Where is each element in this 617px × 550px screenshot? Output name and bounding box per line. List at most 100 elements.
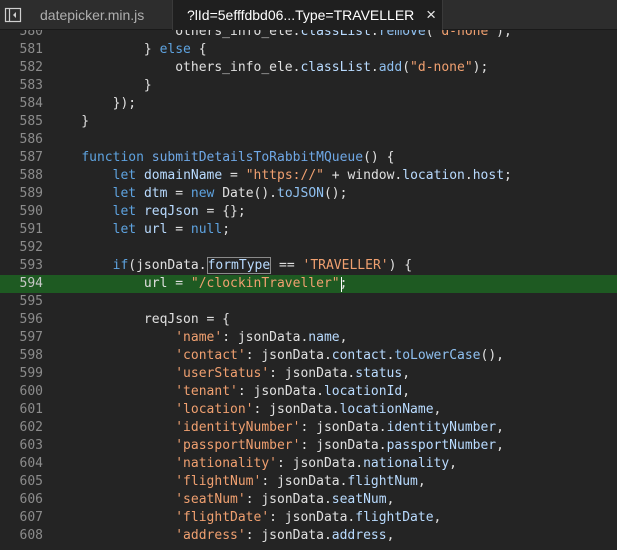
code-token: , [386, 492, 395, 507]
line-number[interactable]: 583 [0, 77, 43, 95]
code-token: others_info_ele. [50, 30, 301, 39]
code-token: : jsonData. [237, 384, 324, 399]
tab-traveller-source[interactable]: ?lId=5efffdbd06...Type=TRAVELLER × [172, 0, 443, 30]
code-token: address [331, 528, 387, 543]
line-number[interactable]: 604 [0, 455, 43, 473]
line-number[interactable]: 588 [0, 167, 43, 185]
code-line: 597 'name': jsonData.name, [0, 329, 617, 347]
tab-label: datepicker.min.js [40, 7, 145, 23]
code-token: ) { [388, 258, 413, 273]
code-line: 602 'identityNumber': jsonData.identityN… [0, 419, 617, 437]
code-token: , [496, 438, 504, 453]
code-token: ; [222, 222, 231, 237]
code-token: toJSON [277, 186, 324, 201]
line-number[interactable]: 580 [0, 30, 43, 41]
line-number[interactable]: 589 [0, 185, 43, 203]
code-token: function [81, 150, 144, 165]
code-line: 593 if(jsonData.formType == 'TRAVELLER')… [0, 257, 617, 275]
code-token: 'contact' [175, 348, 246, 363]
code-token: submitDetailsToRabbitMQueue [151, 150, 364, 165]
code-token: . [370, 60, 379, 75]
sidebar-toggle-icon[interactable] [3, 5, 23, 25]
code-token: , [386, 528, 395, 543]
code-token: 'flightDate' [175, 510, 270, 525]
code-token: , [496, 420, 504, 435]
line-number[interactable]: 596 [0, 311, 43, 329]
code-line: 600 'tenant': jsonData.locationId, [0, 383, 617, 401]
line-number[interactable]: 591 [0, 221, 43, 239]
line-number[interactable]: 606 [0, 491, 43, 509]
code-token: 'identityNumber' [175, 420, 301, 435]
code-token: 'TRAVELLER' [302, 258, 389, 273]
line-number[interactable]: 581 [0, 41, 43, 59]
tab-datepicker[interactable]: datepicker.min.js [40, 0, 144, 30]
line-number[interactable]: 607 [0, 509, 43, 527]
line-number[interactable]: 603 [0, 437, 43, 455]
code-token: let [112, 222, 137, 237]
code-token: : jsonData. [269, 366, 356, 381]
code-token: () { [363, 150, 395, 165]
code-line: 603 'passportNumber': jsonData.passportN… [0, 437, 617, 455]
code-token: 'userStatus' [175, 366, 270, 381]
line-number[interactable]: 584 [0, 95, 43, 113]
code-token: domainName [143, 168, 223, 183]
line-number[interactable]: 594 [0, 275, 43, 293]
code-editor[interactable]: 580 others_info_ele.classList.remove("d-… [0, 30, 617, 550]
code-token: , [417, 474, 426, 489]
line-number[interactable]: 599 [0, 365, 43, 383]
code-line: 591 let url = null; [0, 221, 617, 239]
line-number[interactable]: 590 [0, 203, 43, 221]
line-number[interactable]: 586 [0, 131, 43, 149]
code-token: . [370, 30, 379, 39]
line-number[interactable]: 597 [0, 329, 43, 347]
line-number[interactable]: 600 [0, 383, 43, 401]
line-number[interactable]: 601 [0, 401, 43, 419]
code-line: 605 'flightNum': jsonData.flightNum, [0, 473, 617, 491]
code-token: . [464, 168, 473, 183]
code-token: } [50, 78, 152, 93]
code-token: 'nationality' [175, 456, 277, 471]
code-token: 'seatNum' [175, 492, 246, 507]
line-number[interactable]: 605 [0, 473, 43, 491]
line-number[interactable]: 587 [0, 149, 43, 167]
code-token: null [190, 222, 223, 237]
tab-label: ?lId=5efffdbd06...Type=TRAVELLER [187, 7, 415, 23]
code-lines: 580 others_info_ele.classList.remove("d-… [0, 30, 617, 545]
code-token: ( [425, 30, 434, 39]
code-token: == [271, 258, 303, 273]
code-token: let [112, 186, 137, 201]
code-token: classList [300, 60, 371, 75]
line-number[interactable]: 582 [0, 59, 43, 77]
close-icon[interactable]: × [426, 0, 436, 30]
code-line: 581 } else { [0, 41, 617, 59]
line-number[interactable]: 585 [0, 113, 43, 131]
code-token: ; [504, 168, 512, 183]
line-number[interactable]: 595 [0, 293, 43, 311]
code-token: , [402, 384, 411, 399]
code-line: 583 } [0, 77, 617, 95]
code-token: nationality [363, 456, 450, 471]
code-token: 'tenant' [175, 384, 238, 399]
code-token: , [402, 366, 411, 381]
code-token: else [159, 42, 191, 57]
code-token: }); [50, 96, 137, 111]
code-line: 587 function submitDetailsToRabbitMQueue… [0, 149, 617, 167]
line-number[interactable]: 602 [0, 419, 43, 437]
line-number[interactable]: 592 [0, 239, 43, 257]
code-token: locationName [339, 402, 434, 417]
code-token: 'address' [175, 528, 246, 543]
code-line: 601 'location': jsonData.locationName, [0, 401, 617, 419]
line-number[interactable]: 593 [0, 257, 43, 275]
line-number[interactable]: 598 [0, 347, 43, 365]
line-number[interactable]: 608 [0, 527, 43, 545]
code-token: classList [300, 30, 371, 39]
